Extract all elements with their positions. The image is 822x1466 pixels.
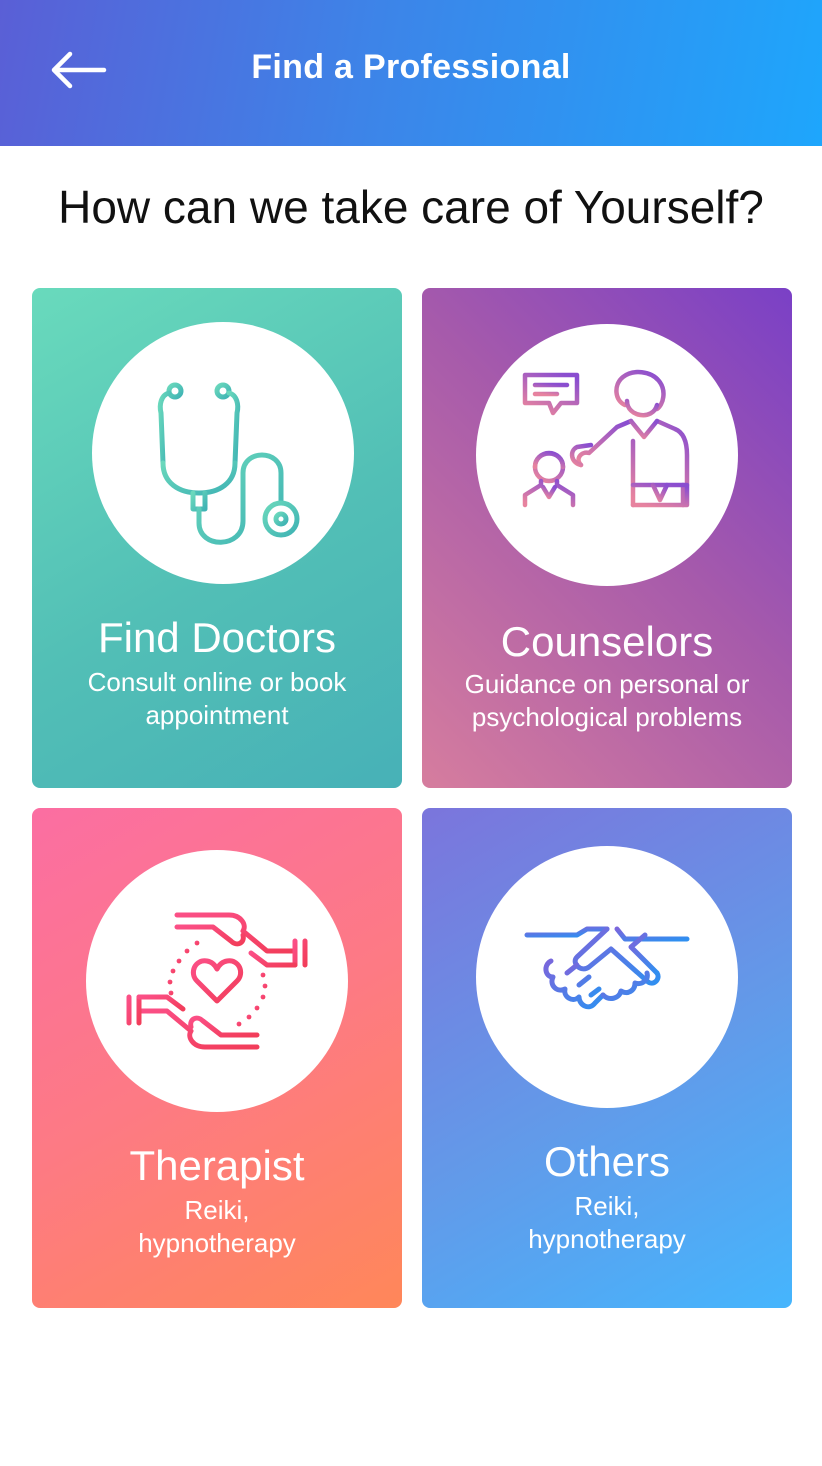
card-title: Counselors — [500, 618, 714, 665]
handshake-icon — [524, 926, 690, 1010]
icon-circle — [92, 322, 354, 584]
find-doctors-card[interactable]: Find Doctors Consult online or book appo… — [32, 288, 402, 788]
card-title: Find Doctors — [97, 614, 337, 661]
section-heading: How can we take care of Yourself? — [58, 181, 764, 233]
card-subtitle: Reiki, hypnotherapy — [138, 1195, 296, 1258]
app-bar: Find a Professional — [0, 0, 822, 146]
icon-circle — [86, 850, 348, 1112]
therapist-card[interactable]: Therapist Reiki, hypnotherapy — [32, 808, 402, 1308]
stethoscope-icon — [157, 382, 300, 545]
card-subtitle: Reiki, hypnotherapy — [528, 1191, 686, 1254]
icon-circle — [476, 846, 738, 1108]
others-card[interactable]: Others Reiki, hypnotherapy — [422, 808, 792, 1308]
page-title: Find a Professional — [251, 48, 571, 86]
caring-hands-heart-icon — [126, 912, 308, 1050]
icon-circle — [476, 324, 738, 586]
counselors-card[interactable]: Counselors Guidance on personal or psych… — [422, 288, 792, 788]
card-title: Therapist — [129, 1142, 305, 1189]
card-title: Others — [543, 1138, 671, 1185]
counselor-icon — [518, 369, 690, 508]
card-subtitle: Guidance on personal or psychological pr… — [464, 669, 750, 732]
card-subtitle: Consult online or book appointment — [87, 667, 347, 730]
